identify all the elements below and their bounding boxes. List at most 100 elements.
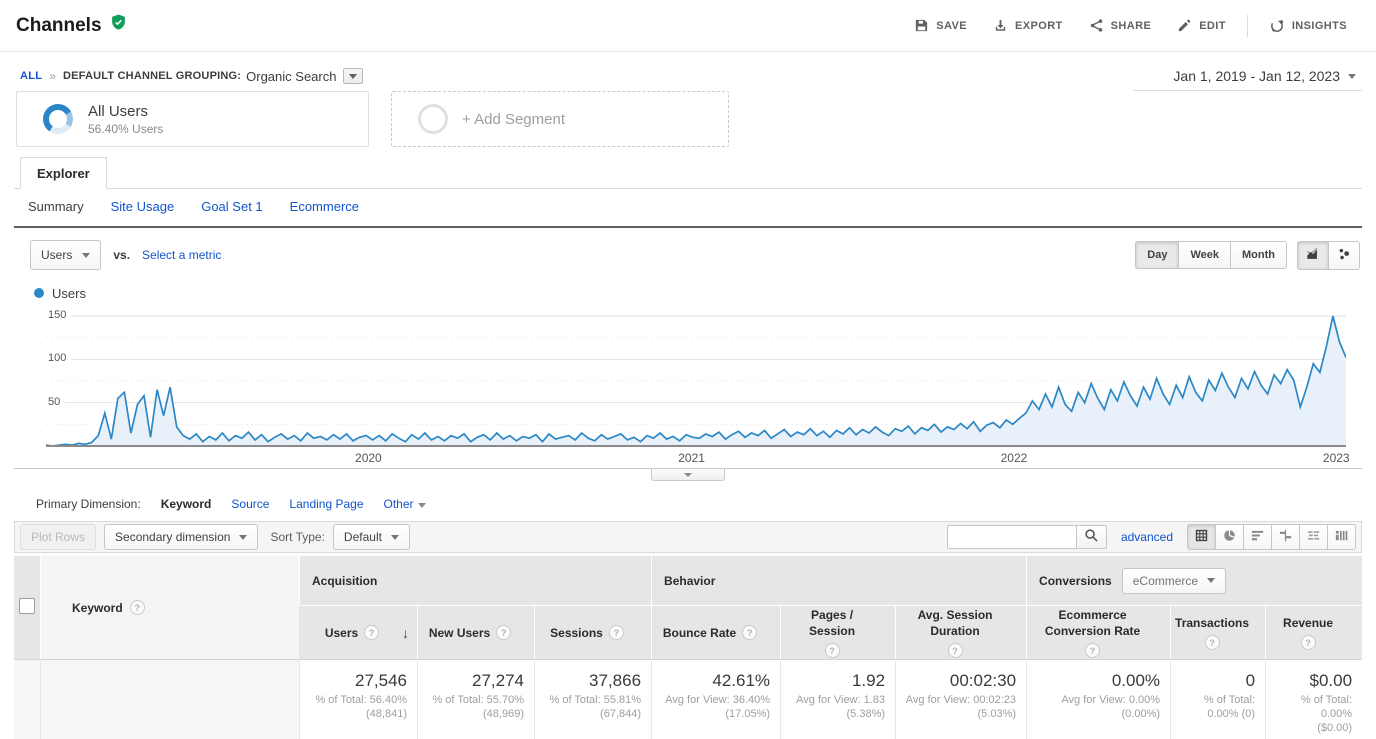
breadcrumb-separator: » [49,69,56,83]
conversions-type-dropdown[interactable]: eCommerce [1121,567,1227,594]
search-input[interactable] [947,528,1076,546]
column-header-users[interactable]: Users? ↓ [299,605,417,659]
granularity-week-button[interactable]: Week [1178,241,1232,269]
help-icon[interactable]: ? [496,625,512,640]
column-header-revenue[interactable]: Revenue? [1265,605,1363,659]
totals-main-value: 0.00% [1111,671,1161,690]
share-label: SHARE [1110,19,1152,32]
primary-dimension-source[interactable]: Source [231,497,269,511]
primary-dimension-landing-page[interactable]: Landing Page [289,497,363,511]
column-header-pages-session[interactable]: Pages / Session? [780,605,896,659]
subtab-ecommerce[interactable]: Ecommerce [290,199,359,214]
totals-sub-value-2: (0.00%) [1121,708,1161,720]
sort-type-value: Default [343,530,382,544]
search-icon [1084,528,1099,546]
verified-shield-icon [110,14,127,37]
help-icon[interactable]: ? [947,643,963,658]
timeline-expander-button[interactable] [651,468,725,481]
totals-sub-value: Avg for View: 00:02:23 [905,694,1017,706]
metric-picker-row: Users vs. Select a metric Day Week Month [30,240,1360,270]
select-all-checkbox[interactable] [19,598,35,614]
help-icon[interactable]: ? [824,643,840,658]
subtab-site-usage[interactable]: Site Usage [111,199,175,214]
column-header-avg-session-duration[interactable]: Avg. Session Duration? [895,605,1027,659]
performance-view-button[interactable] [1243,524,1272,550]
subtab-goal-set-1[interactable]: Goal Set 1 [201,199,262,214]
metric-dropdown-button[interactable]: Users [30,240,102,270]
totals-main-value: 00:02:30 [949,671,1017,690]
data-view-button[interactable] [1187,524,1216,550]
table-search [946,525,1107,549]
breadcrumb-all-link[interactable]: ALL [20,70,42,82]
add-segment-button[interactable]: + Add Segment [391,91,729,147]
term-cloud-view-icon [1306,528,1321,546]
export-label: EXPORT [1015,19,1063,32]
insights-button[interactable]: INSIGHTS [1256,12,1360,40]
subtab-summary[interactable]: Summary [28,199,84,214]
sort-descending-icon[interactable]: ↓ [402,625,409,641]
chevron-down-icon [349,73,358,79]
column-header-bounce-rate[interactable]: Bounce Rate? [651,605,781,659]
totals-cell-transactions: 0 % of Total: 0.00% (0) [1170,659,1266,739]
help-icon[interactable]: ? [1204,635,1220,650]
help-icon[interactable]: ? [129,600,145,615]
date-range-selector[interactable]: Jan 1, 2019 - Jan 12, 2023 [1133,66,1362,91]
totals-cell-users: 27,546 % of Total: 56.40% (48,841) [299,659,417,739]
save-button[interactable]: SAVE [901,12,980,39]
plot-rows-button[interactable]: Plot Rows [20,524,97,550]
column-header-new-users[interactable]: New Users? [417,605,534,659]
y-axis-tick-label: 100 [46,352,72,365]
term-cloud-view-button[interactable] [1299,524,1328,550]
performance-view-icon [1250,528,1265,546]
edit-label: EDIT [1199,19,1226,32]
advanced-search-link[interactable]: advanced [1121,530,1173,544]
legend-dot-icon [34,288,44,298]
segment-title: All Users [88,102,149,120]
search-button[interactable] [1075,526,1106,548]
sort-type-dropdown[interactable]: Default [332,524,410,550]
primary-dimension-other[interactable]: Other [384,497,426,511]
line-chart-view-button[interactable] [1297,240,1329,270]
segment-card-all-users[interactable]: All Users 56.40% Users [16,91,369,147]
comparison-view-button[interactable] [1271,524,1300,550]
granularity-toggle: Day Week Month [1135,241,1287,269]
column-label: Sessions [550,625,603,640]
secondary-dimension-dropdown[interactable]: Secondary dimension [104,524,259,550]
percentage-view-button[interactable] [1215,524,1244,550]
chart-type-toggle [1297,240,1360,270]
totals-main-value: $0.00 [1309,671,1353,690]
chevron-down-icon [1348,73,1356,79]
help-icon[interactable]: ? [1300,635,1316,650]
tab-explorer[interactable]: Explorer [20,157,107,189]
share-button[interactable]: SHARE [1076,12,1165,39]
help-icon[interactable]: ? [1085,643,1101,658]
x-axis-tick-label: 2022 [1000,451,1028,465]
totals-cell-revenue: $0.00 % of Total: 0.00% ($0.00) [1265,659,1363,739]
totals-sub-value-2: (5.38%) [846,708,886,720]
column-header-transactions[interactable]: Transactions? [1170,605,1266,659]
x-axis-tick-label: 2021 [678,451,705,465]
edit-button[interactable]: EDIT [1164,12,1239,39]
column-header-ecommerce-conversion-rate[interactable]: Ecommerce Conversion Rate? [1026,605,1171,659]
granularity-day-button[interactable]: Day [1135,241,1180,269]
select-all-cell [14,556,40,659]
y-axis-tick-label: 50 [46,395,66,408]
segments-row: All Users 56.40% Users + Add Segment [16,91,1362,147]
primary-dimension-keyword[interactable]: Keyword [161,497,212,511]
table-view-toggle [1187,524,1356,550]
export-button[interactable]: EXPORT [980,12,1076,39]
help-icon[interactable]: ? [608,625,624,640]
granularity-month-button[interactable]: Month [1230,241,1287,269]
insights-icon [1269,18,1285,34]
help-icon[interactable]: ? [364,625,380,640]
help-icon[interactable]: ? [742,625,758,640]
select-metric-link[interactable]: Select a metric [142,248,221,262]
totals-sub-value: % of Total: 56.40% [315,694,407,706]
insights-label: INSIGHTS [1291,19,1347,32]
column-header-sessions[interactable]: Sessions? [534,605,652,659]
channel-grouping-dropdown-button[interactable] [343,68,364,84]
date-range-value: Jan 1, 2019 - Jan 12, 2023 [1173,68,1340,84]
motion-chart-view-button[interactable] [1328,240,1360,270]
pivot-view-button[interactable] [1327,524,1356,550]
report-area: ALL » DEFAULT CHANNEL GROUPING: Organic … [0,52,1376,739]
